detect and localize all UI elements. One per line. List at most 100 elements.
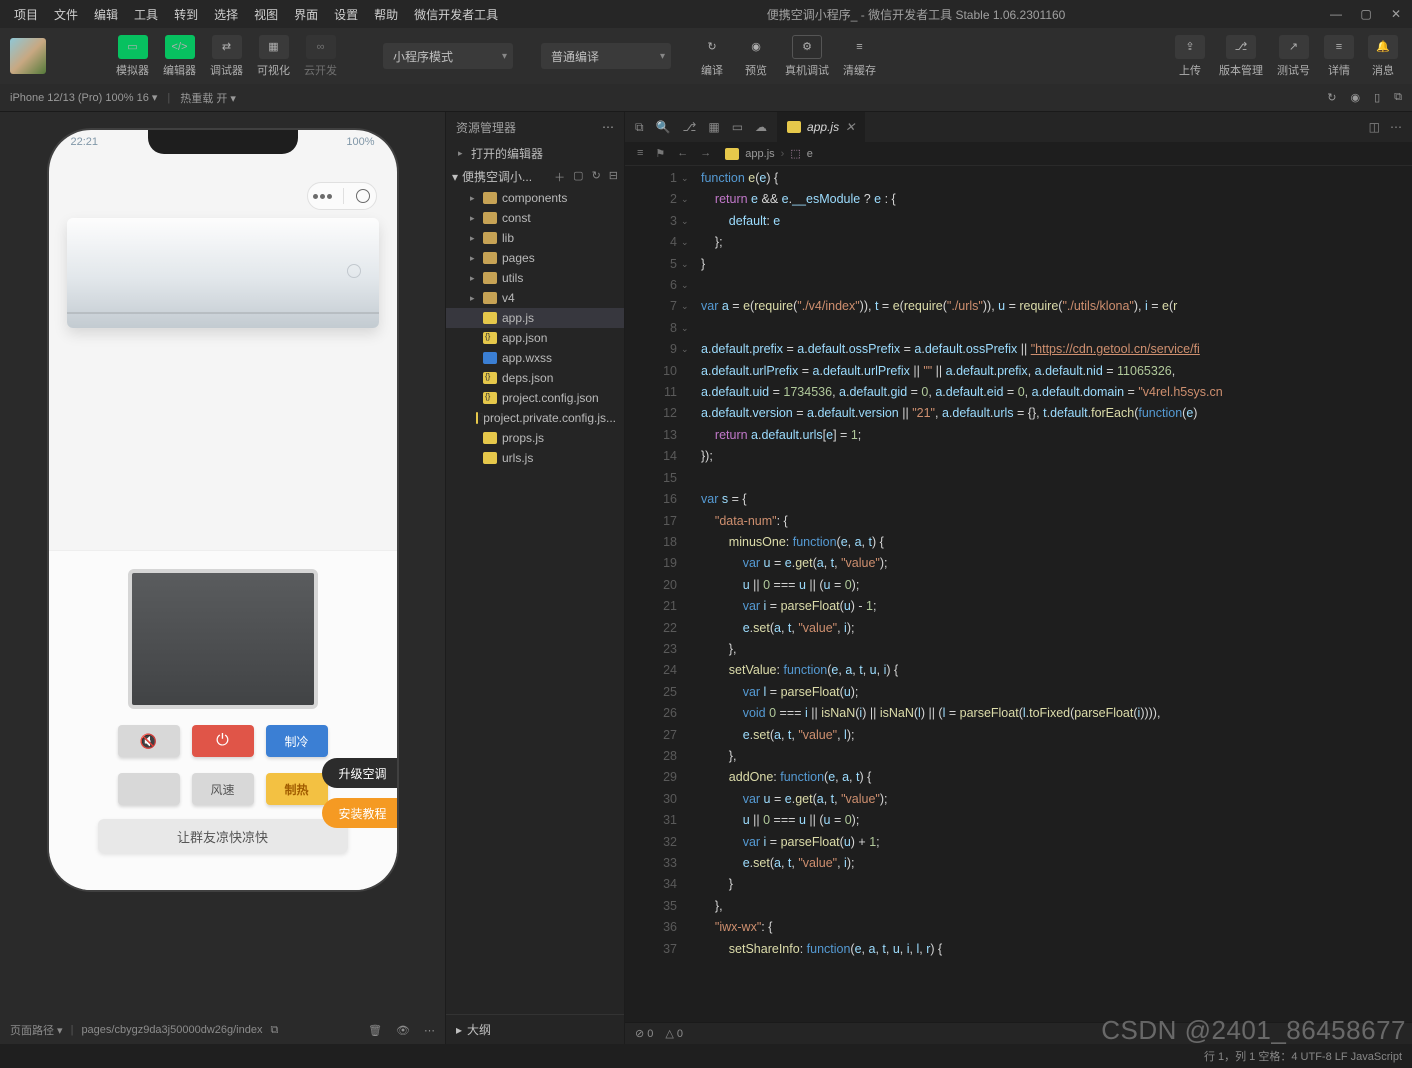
- trash-icon[interactable]: 🗑: [368, 1024, 382, 1037]
- tab-more-icon[interactable]: ⋯: [1390, 120, 1402, 134]
- remote-panel: 制冷 风速 制热 让群友凉快凉快: [49, 550, 397, 890]
- tree-item[interactable]: ▸pages: [446, 248, 624, 268]
- cloud-button[interactable]: ∞云开发: [300, 33, 341, 80]
- menu-edit[interactable]: 编辑: [88, 2, 124, 27]
- clipboard-icon[interactable]: ⧉: [1394, 91, 1402, 104]
- tree-item[interactable]: urls.js: [446, 448, 624, 468]
- back-icon[interactable]: ←: [677, 147, 688, 160]
- errors-count[interactable]: ⊘ 0: [635, 1027, 653, 1040]
- page-path-label[interactable]: 页面路径 ▾: [10, 1022, 63, 1038]
- menu-wxdev[interactable]: 微信开发者工具: [408, 2, 504, 27]
- blank-button[interactable]: [118, 773, 180, 805]
- upgrade-fab[interactable]: 升级空调: [322, 758, 396, 788]
- status-time: 22:21: [71, 136, 99, 148]
- minimize-icon[interactable]: —: [1328, 7, 1344, 21]
- collapse-icon[interactable]: ⊟: [609, 169, 618, 185]
- tree-item[interactable]: project.config.json: [446, 388, 624, 408]
- tree-item[interactable]: ▸utils: [446, 268, 624, 288]
- tree-item[interactable]: ▸components: [446, 188, 624, 208]
- tutorial-fab[interactable]: 安装教程: [322, 798, 396, 828]
- opened-editors[interactable]: ▸打开的编辑器: [446, 142, 624, 165]
- explorer-more-icon[interactable]: ⋯: [602, 120, 614, 134]
- debugger-button[interactable]: ⇄调试器: [206, 33, 247, 80]
- project-root[interactable]: ▾便携空调小... ＋▢↻⊟: [446, 165, 624, 188]
- outline-section[interactable]: ▸大纲: [446, 1014, 624, 1044]
- forward-icon[interactable]: →: [700, 147, 711, 160]
- maximize-icon[interactable]: ▢: [1358, 7, 1374, 21]
- capsule-buttons[interactable]: [307, 182, 377, 210]
- tree-item[interactable]: props.js: [446, 428, 624, 448]
- close-icon[interactable]: ✕: [1388, 7, 1404, 21]
- menu-file[interactable]: 文件: [48, 2, 84, 27]
- tab-app-js[interactable]: app.js ✕: [777, 112, 865, 142]
- version-button[interactable]: ⎇版本管理: [1215, 33, 1267, 80]
- record-icon[interactable]: ◉: [1350, 91, 1360, 104]
- crumb-file[interactable]: app.js: [745, 148, 774, 160]
- mode-dropdown[interactable]: 小程序模式: [383, 43, 513, 69]
- heat-button[interactable]: 制热: [266, 773, 328, 805]
- menu-view[interactable]: 视图: [248, 2, 284, 27]
- menu-settings[interactable]: 设置: [328, 2, 364, 27]
- visual-button[interactable]: ▦可视化: [253, 33, 294, 80]
- upload-button[interactable]: ⇪上传: [1171, 33, 1209, 80]
- test-id-button[interactable]: ↗测试号: [1273, 33, 1314, 80]
- avatar[interactable]: [10, 38, 46, 74]
- crumb-symbol[interactable]: e: [807, 148, 813, 160]
- tree-item[interactable]: ▸lib: [446, 228, 624, 248]
- power-button[interactable]: [192, 725, 254, 757]
- toolbar: ▭模拟器 </>编辑器 ⇄调试器 ▦可视化 ∞云开发 小程序模式 普通编译 ↻编…: [0, 28, 1412, 84]
- cloud-icon[interactable]: ☁: [755, 120, 767, 135]
- share-button[interactable]: 让群友凉快凉快: [98, 819, 348, 853]
- close-ring-icon[interactable]: [356, 189, 370, 203]
- menu-select[interactable]: 选择: [208, 2, 244, 27]
- menu-bars-icon[interactable]: ≡: [637, 147, 643, 160]
- device-icon[interactable]: ▯: [1374, 91, 1380, 104]
- simulator-button[interactable]: ▭模拟器: [112, 33, 153, 80]
- cursor-position[interactable]: 行 1，列 1 空格：4 UTF-8 LF JavaScript: [1204, 1048, 1402, 1064]
- cool-button[interactable]: 制冷: [266, 725, 328, 757]
- messages-button[interactable]: 🔔消息: [1364, 33, 1402, 80]
- new-file-icon[interactable]: ＋: [554, 169, 565, 185]
- tab-close-icon[interactable]: ✕: [845, 120, 855, 134]
- clear-cache-button[interactable]: ≡清缓存: [839, 33, 880, 80]
- split-icon[interactable]: ◫: [1369, 120, 1380, 134]
- tree-item[interactable]: ▸const: [446, 208, 624, 228]
- more-icon[interactable]: ⋯: [424, 1024, 435, 1037]
- device-select[interactable]: iPhone 12/13 (Pro) 100% 16 ▾: [10, 91, 157, 104]
- panel-icon[interactable]: ▭: [732, 120, 743, 135]
- tree-item[interactable]: app.js: [446, 308, 624, 328]
- eye-icon[interactable]: 👁: [396, 1024, 410, 1037]
- menu-tools[interactable]: 工具: [128, 2, 164, 27]
- compile-dropdown[interactable]: 普通编译: [541, 43, 671, 69]
- menu-project[interactable]: 项目: [8, 2, 44, 27]
- hot-reload-toggle[interactable]: 热重载 开 ▾: [180, 90, 236, 106]
- menu-goto[interactable]: 转到: [168, 2, 204, 27]
- copy-icon[interactable]: ⧉: [270, 1024, 278, 1037]
- menu-ui[interactable]: 界面: [288, 2, 324, 27]
- tree-item[interactable]: deps.json: [446, 368, 624, 388]
- editor-button[interactable]: </>编辑器: [159, 33, 200, 80]
- grid-icon[interactable]: ▦: [708, 120, 719, 135]
- mute-button[interactable]: [118, 725, 180, 757]
- search-icon[interactable]: 🔍: [656, 120, 671, 135]
- remote-debug-button[interactable]: ⚙真机调试: [781, 33, 833, 80]
- refresh-tree-icon[interactable]: ↻: [592, 169, 601, 185]
- warnings-count[interactable]: △ 0: [665, 1027, 683, 1040]
- tree-item[interactable]: project.private.config.js...: [446, 408, 624, 428]
- bookmark-icon[interactable]: ⚑: [655, 147, 665, 160]
- new-folder-icon[interactable]: ▢: [573, 169, 583, 185]
- refresh-icon[interactable]: ↻: [1327, 91, 1336, 104]
- branch-icon[interactable]: ⎇: [683, 120, 697, 135]
- details-button[interactable]: ≡详情: [1320, 33, 1358, 80]
- status-battery: 100%: [346, 136, 374, 148]
- wind-button[interactable]: 风速: [192, 773, 254, 805]
- tree-item[interactable]: ▸v4: [446, 288, 624, 308]
- menu-help[interactable]: 帮助: [368, 2, 404, 27]
- tree-item[interactable]: app.wxss: [446, 348, 624, 368]
- menu-icon[interactable]: [313, 194, 332, 199]
- files-icon[interactable]: ⧉: [635, 120, 644, 135]
- tree-item[interactable]: app.json: [446, 328, 624, 348]
- code-area[interactable]: 1234567891011121314151617181920212223242…: [625, 166, 1412, 1022]
- preview-button[interactable]: ◉预览: [737, 33, 775, 80]
- compile-button[interactable]: ↻编译: [693, 33, 731, 80]
